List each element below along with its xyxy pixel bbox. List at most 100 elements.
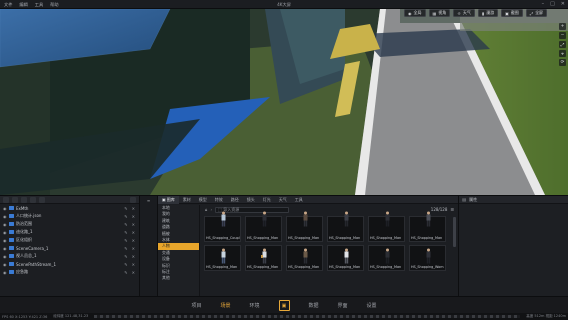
zoom-in-button[interactable]: + bbox=[559, 23, 566, 30]
asset-thumbnail[interactable]: HS_Shopping_Man bbox=[368, 211, 405, 242]
close-button[interactable]: ✕ bbox=[561, 1, 565, 8]
asset-thumbnail[interactable]: HS_Shopping_Wom bbox=[409, 245, 446, 271]
nav-scene[interactable]: 场景 bbox=[220, 302, 230, 309]
camera-icon: ◉ bbox=[408, 10, 412, 16]
layer-icon bbox=[9, 222, 14, 226]
screenshot-button[interactable]: ▣ 截图 bbox=[501, 9, 523, 17]
close-icon[interactable]: ✕ bbox=[132, 222, 135, 227]
asset-scrollbar[interactable] bbox=[453, 217, 456, 247]
asset-thumbnail[interactable]: HS_Shopping_Man bbox=[245, 245, 282, 271]
fullscreen-button[interactable]: ⤢ 全屏 bbox=[525, 9, 548, 17]
fit-view-button[interactable]: ⤢ bbox=[559, 41, 566, 48]
edit-icon[interactable]: ✎ bbox=[124, 262, 127, 267]
tree-item[interactable]: ◉ SceneCamera_1 ✎ ✕ bbox=[0, 244, 139, 252]
close-icon[interactable]: ✕ bbox=[132, 206, 135, 211]
nav-interface[interactable]: 界面 bbox=[338, 302, 348, 309]
panel-collapse-strip[interactable]: ≡ bbox=[140, 196, 158, 297]
view-global-button[interactable]: ◉ 全局 bbox=[404, 9, 426, 17]
tree-item[interactable]: ◉ ExMth ✎ ✕ bbox=[0, 204, 139, 212]
collapse-icon[interactable]: ≡ bbox=[144, 198, 154, 203]
edit-icon[interactable]: ✎ bbox=[124, 230, 127, 235]
asset-thumbnail[interactable]: HS_Shopping_Man bbox=[327, 211, 364, 242]
tree-item[interactable]: ◉ 防治范围 ✎ ✕ bbox=[0, 220, 139, 228]
close-icon[interactable]: ✕ bbox=[132, 214, 135, 219]
nav-center-icon[interactable]: ▣ bbox=[278, 300, 290, 311]
properties-title: 属性 bbox=[468, 196, 478, 202]
nav-environment[interactable]: 环境 bbox=[249, 302, 259, 309]
roam-button[interactable]: ▮ 漫游 bbox=[477, 9, 499, 17]
tab-material[interactable]: 素材 bbox=[179, 196, 195, 204]
close-icon[interactable]: ✕ bbox=[132, 230, 135, 235]
tree-filter-icon[interactable] bbox=[21, 196, 27, 203]
tree-folder-icon[interactable] bbox=[12, 196, 18, 203]
tree-search-icon[interactable] bbox=[130, 196, 136, 203]
reset-view-button[interactable]: ⟳ bbox=[559, 59, 566, 66]
edit-icon[interactable]: ✎ bbox=[124, 206, 127, 211]
zoom-out-button[interactable]: − bbox=[559, 32, 566, 39]
asset-thumbnail[interactable]: HS_Shopping_Man bbox=[286, 245, 323, 271]
edit-icon[interactable]: ✎ bbox=[124, 238, 127, 243]
tree-item[interactable]: ◉ 区化组织 ✎ ✕ bbox=[0, 236, 139, 244]
tree-item[interactable]: ◉ 视人员总_1 ✎ ✕ bbox=[0, 252, 139, 260]
expand-icon: ⤢ bbox=[529, 10, 534, 16]
maximize-button[interactable]: □ bbox=[550, 1, 555, 8]
locate-button[interactable]: ⌖ bbox=[559, 50, 566, 57]
folder-icon[interactable]: ⌂ bbox=[205, 207, 208, 212]
tab-path[interactable]: 路径 bbox=[227, 196, 243, 204]
asset-thumbnail[interactable]: HS_Shopping_Man bbox=[368, 245, 405, 271]
close-icon[interactable]: ✕ bbox=[132, 262, 135, 267]
asset-thumbnail[interactable]: HS_Shopping_Man bbox=[327, 245, 364, 271]
close-icon[interactable]: ✕ bbox=[132, 254, 135, 259]
minimize-button[interactable]: – bbox=[542, 1, 545, 8]
asset-thumbnail[interactable]: HS_Shopping_Man bbox=[409, 211, 446, 242]
asset-name: HS_Shopping_Coupl bbox=[206, 236, 240, 240]
tree-item[interactable]: ◉ 应急路 ✎ ✕ bbox=[0, 268, 139, 276]
close-icon[interactable]: ✕ bbox=[132, 270, 135, 275]
tab-weather[interactable]: 天气 bbox=[275, 196, 291, 204]
tab-label: 素材 bbox=[182, 196, 191, 202]
tab-gallery[interactable]: ▣ 图库 bbox=[158, 195, 179, 204]
list-view-icon[interactable]: ☰ bbox=[450, 207, 454, 212]
asset-thumbnail[interactable]: HS_Shopping_Man bbox=[286, 211, 323, 242]
person-figure-icon bbox=[344, 248, 349, 264]
status-coords: FPS 60 X:1253 Y:421 Z:36 bbox=[2, 314, 48, 319]
edit-icon[interactable]: ✎ bbox=[124, 214, 127, 219]
view-angle-button[interactable]: ▦ 视角 bbox=[428, 9, 451, 17]
nav-project[interactable]: 项目 bbox=[191, 302, 201, 309]
3d-viewport[interactable]: ◉ 全局 ▦ 视角 ☼ 天气 ▮ 漫游 ▣ 截图 ⤢ 全屏 + − ⤢ ⌖ ⟳ bbox=[0, 9, 568, 195]
tab-camera[interactable]: 镜头 bbox=[243, 196, 259, 204]
tab-effect[interactable]: 特效 bbox=[211, 196, 227, 204]
category-list: 本地 我的 建筑 道路 植被 水体 人物 交通 设备 标识 标注 其他 bbox=[158, 205, 200, 297]
photo-icon: ▣ bbox=[505, 10, 509, 16]
status-latlng: 经纬度 121.48,31.23 bbox=[53, 314, 89, 318]
close-icon[interactable]: ✕ bbox=[132, 246, 135, 251]
tree-delete-icon[interactable] bbox=[39, 196, 45, 203]
tab-tools[interactable]: 工具 bbox=[291, 196, 307, 204]
tab-light[interactable]: 灯光 bbox=[259, 196, 275, 204]
edit-icon[interactable]: ✎ bbox=[124, 222, 127, 227]
asset-name: HS_Shopping_Man bbox=[370, 236, 402, 240]
tree-refresh-icon[interactable] bbox=[30, 196, 36, 203]
edit-icon[interactable]: ✎ bbox=[124, 254, 127, 259]
tree-item-label: 视人员总_1 bbox=[16, 253, 37, 258]
scene-tree-list: ◉ ExMth ✎ ✕ ◉ 人口统计.json ✎ ✕ ◉ 防治范围 ✎ ✕ ◉ 迪化路_1 ✎ ✕ ◉… bbox=[0, 204, 139, 276]
edit-icon[interactable]: ✎ bbox=[124, 246, 127, 251]
tree-item[interactable]: ◉ 人口统计.json ✎ ✕ bbox=[0, 212, 139, 220]
nav-data[interactable]: 数据 bbox=[309, 302, 319, 309]
grid-icon: ▦ bbox=[432, 10, 437, 16]
category-item[interactable]: 其他 bbox=[158, 275, 199, 281]
tree-item[interactable]: ◉ 迪化路_1 ✎ ✕ bbox=[0, 228, 139, 236]
person-figure-icon bbox=[426, 211, 431, 227]
nav-settings[interactable]: 设置 bbox=[367, 302, 377, 309]
tab-model[interactable]: 模型 bbox=[195, 196, 211, 204]
close-icon[interactable]: ✕ bbox=[132, 238, 135, 243]
tree-add-icon[interactable] bbox=[3, 196, 9, 203]
asset-thumbnail[interactable]: HS_Shopping_Man bbox=[204, 245, 241, 271]
tree-item[interactable]: ◉ ScenePathStream_1 ✎ ✕ bbox=[0, 260, 139, 268]
weather-button[interactable]: ☼ 天气 bbox=[453, 9, 475, 17]
asset-thumbnail[interactable]: HS_Shopping_Man bbox=[245, 211, 282, 242]
asset-thumbnail[interactable]: HS_Shopping_Coupl bbox=[204, 211, 241, 242]
properties-header: ▤ 属性 bbox=[459, 196, 568, 204]
row-actions: ✎ ✕ bbox=[124, 246, 135, 251]
edit-icon[interactable]: ✎ bbox=[124, 270, 127, 275]
